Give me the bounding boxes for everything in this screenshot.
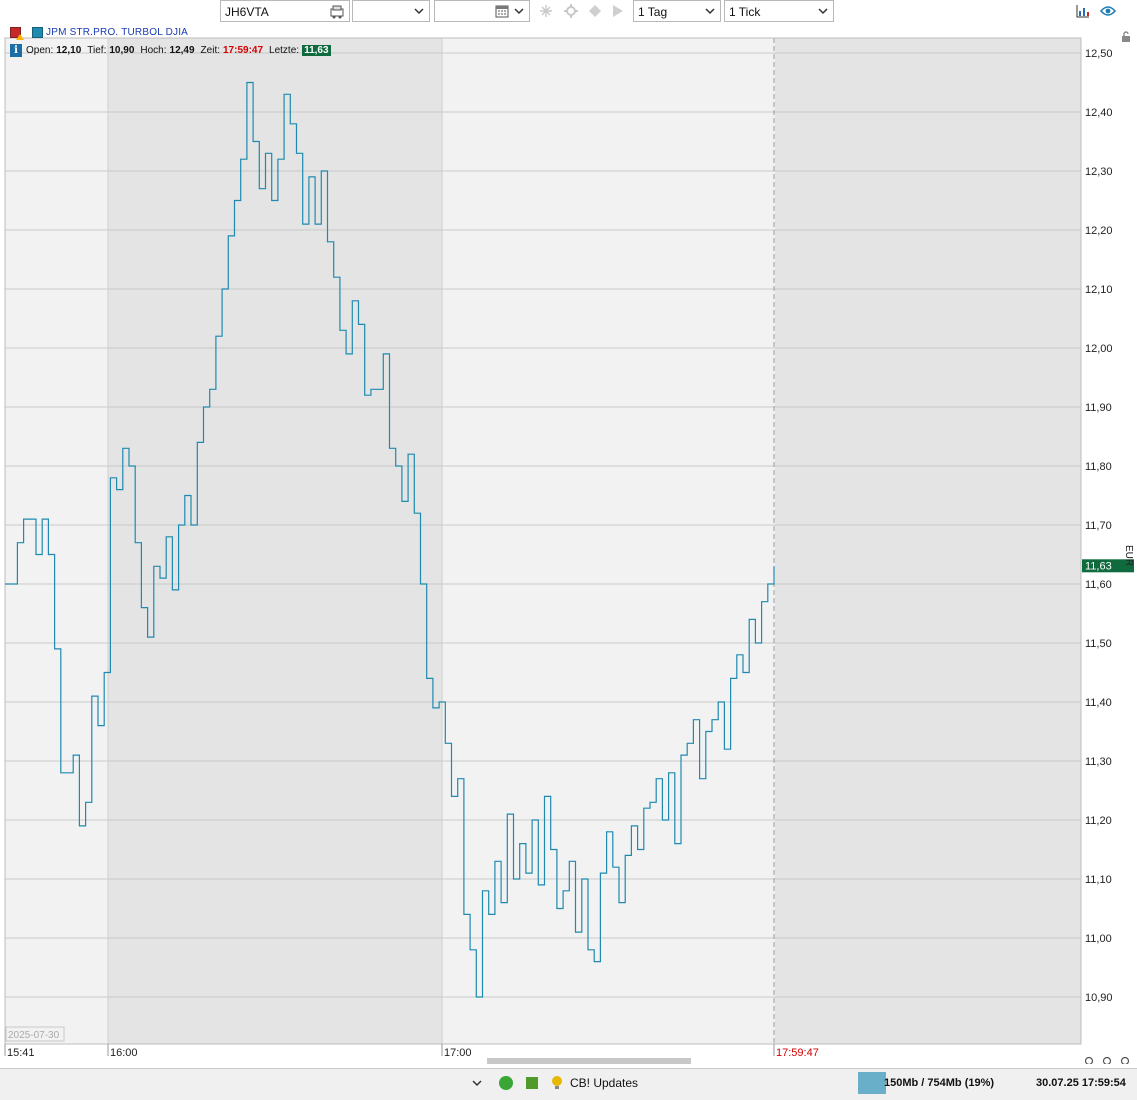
empty-select-1[interactable] (352, 0, 430, 22)
zoom-reset-icon[interactable] (1120, 1056, 1130, 1065)
open-value: 12,10 (56, 44, 82, 56)
zoom-in-icon[interactable] (1084, 1056, 1094, 1065)
x-tick-label: 15:41 (7, 1047, 35, 1059)
info-icon[interactable]: i (10, 43, 22, 57)
updates-label[interactable]: CB! Updates (570, 1076, 638, 1090)
warning-icon (10, 26, 24, 40)
high-value: 12,49 (169, 44, 195, 56)
calendar-icon (495, 4, 509, 21)
last-label: Letzte: (269, 44, 300, 56)
y-tick-label: 11,70 (1085, 520, 1112, 532)
y-tick-label: 12,00 (1085, 343, 1113, 355)
connection-status-icon[interactable] (498, 1075, 514, 1094)
data-status-icon[interactable] (525, 1076, 539, 1093)
time-label: Zeit: (200, 44, 220, 56)
y-tick-label: 11,30 (1085, 756, 1112, 768)
instrument-name: JPM STR.PRO. TURBOL DJIA (46, 26, 189, 38)
status-bar: CB! Updates 150Mb / 754Mb (19%) 30.07.25… (0, 1068, 1137, 1100)
y-tick-label: 11,00 (1085, 933, 1112, 945)
counter-icon[interactable] (608, 2, 628, 20)
y-tick-label: 11,20 (1085, 815, 1112, 827)
y-tick-label: 11,80 (1085, 461, 1112, 473)
chevron-down-icon (705, 5, 715, 17)
interval-select-value: 1 Tick (729, 5, 761, 19)
y-tick-label: 11,90 (1085, 402, 1112, 414)
depot-icon[interactable] (329, 3, 345, 22)
last-value: 11,63 (302, 44, 331, 56)
open-label: Open: (26, 44, 54, 56)
time-value: 17:59:47 (223, 44, 264, 56)
price-chart[interactable]: 12,50 12,40 12,30 12,20 12,10 12,00 11,90 11,80… (0, 24, 1137, 1064)
low-value: 10,90 (109, 44, 135, 56)
y-tick-label: 12,40 (1085, 107, 1113, 119)
x-tick-label: 17:59:47 (776, 1047, 819, 1059)
y-tick-label: 11,10 (1085, 874, 1112, 886)
chart-info-line: i Open: 12,10 Tief: 10,90 Hoch: 12,49 Ze… (10, 43, 331, 57)
low-label: Tief: (87, 44, 107, 56)
symbol-input-value: JH6VTA (225, 5, 269, 19)
x-tick-label: 16:00 (110, 1047, 138, 1059)
eye-icon[interactable] (1098, 2, 1118, 20)
chart-settings-icon[interactable] (1073, 2, 1093, 20)
y-tick-label: 11,60 (1085, 579, 1112, 591)
period-select-value: 1 Tag (638, 5, 668, 19)
chevron-down-icon (818, 5, 828, 17)
high-label: Hoch: (140, 44, 167, 56)
series-color-swatch[interactable] (32, 26, 43, 38)
y-tick-label: 11,40 (1085, 697, 1112, 709)
settings-icon[interactable] (561, 2, 581, 20)
sync-icon[interactable] (585, 2, 605, 20)
lightbulb-icon[interactable] (551, 1075, 563, 1094)
symbol-input[interactable]: JH6VTA (220, 0, 350, 22)
snowflake-icon[interactable] (536, 2, 556, 20)
zoom-out-icon[interactable] (1102, 1056, 1112, 1065)
datetime-display: 30.07.25 17:59:54 (1036, 1077, 1126, 1089)
y-tick-label: 12,50 (1085, 48, 1113, 60)
chart-title-line: JPM STR.PRO. TURBOL DJIA (10, 25, 189, 40)
date-stamp: 2025-07-30 (8, 1030, 60, 1041)
interval-select[interactable]: 1 Tick (724, 0, 834, 22)
memory-usage-text: 150Mb / 754Mb (19%) (884, 1077, 995, 1089)
session-band (108, 38, 442, 1044)
y-tick-label: 12,30 (1085, 166, 1113, 178)
period-select[interactable]: 1 Tag (633, 0, 721, 22)
empty-select-2[interactable] (434, 0, 530, 22)
last-price-label: 11,63 (1085, 560, 1112, 572)
chevron-down-icon[interactable] (472, 1077, 482, 1091)
x-tick-label: 17:00 (444, 1047, 472, 1059)
y-tick-label: 10,90 (1085, 992, 1113, 1004)
y-tick-label: 12,20 (1085, 225, 1113, 237)
chevron-down-icon (514, 5, 524, 17)
toolbar: JH6VTA 1 Tag 1 Tick (0, 0, 1137, 42)
y-tick-label: 11,50 (1085, 638, 1112, 650)
chevron-down-icon (414, 5, 424, 17)
memory-usage-bar (858, 1072, 886, 1094)
scrollbar-thumb[interactable] (487, 1058, 691, 1064)
currency-label: EUR (1123, 545, 1134, 566)
chart-canvas[interactable]: 12,50 12,40 12,30 12,20 12,10 12,00 11,90 11,80… (0, 24, 1137, 1064)
y-tick-label: 12,10 (1085, 284, 1113, 296)
session-band (775, 38, 1081, 1044)
